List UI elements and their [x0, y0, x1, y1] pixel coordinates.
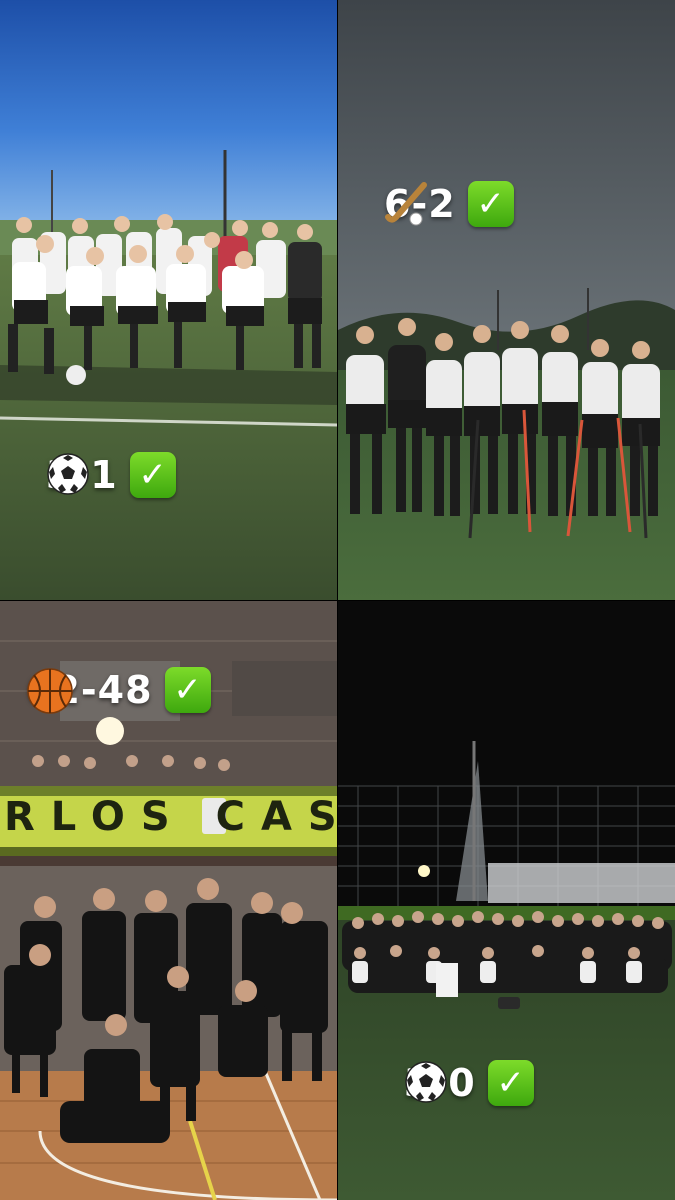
banner-text: RLOS CAS — [4, 794, 337, 840]
photo-panel-basketball: RLOS CAS 62-48 ✓ — [0, 601, 337, 1200]
score-overlay-3: 62-48 ✓ — [26, 667, 211, 714]
soccer-team-photo — [0, 0, 337, 600]
photo-panel-soccer-2: 3-0 ✓ — [338, 601, 675, 1200]
check-mark-icon: ✓ — [487, 1060, 534, 1106]
photo-panel-soccer-1: 3-1 ✓ — [0, 0, 337, 600]
soccer-ball-icon — [405, 1061, 447, 1103]
check-mark-icon: ✓ — [164, 667, 211, 713]
hockey-team-photo — [338, 0, 675, 600]
photo-panel-hockey: 6-2 ✓ — [338, 0, 675, 600]
score-overlay-2: 6-2 ✓ — [384, 181, 514, 227]
score-overlay-1: 3-1 ✓ — [46, 452, 176, 498]
night-soccer-group-photo — [338, 601, 675, 1200]
field-hockey-icon — [385, 182, 427, 226]
check-mark-icon: ✓ — [129, 452, 176, 498]
basketball-icon — [27, 668, 73, 714]
score-overlay-4: 3-0 ✓ — [404, 1060, 534, 1106]
check-mark-icon: ✓ — [467, 181, 514, 227]
soccer-ball-icon — [47, 453, 89, 495]
